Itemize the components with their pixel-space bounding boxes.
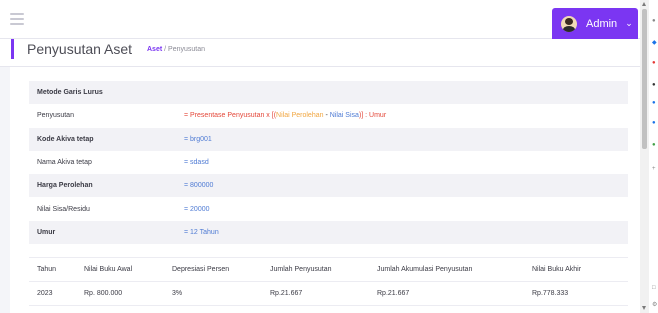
method-row: Metode Garis Lurus bbox=[29, 81, 628, 105]
blue-icon[interactable]: ◆ bbox=[652, 40, 657, 46]
vertical-scrollbar[interactable] bbox=[640, 0, 649, 313]
title-accent-bar bbox=[11, 39, 14, 59]
info-row-nama: Nama Akiva tetap = sdasd bbox=[29, 151, 628, 174]
breadcrumb-link-aset[interactable]: Aset bbox=[147, 46, 162, 53]
blue-dot-icon[interactable]: ● bbox=[652, 100, 656, 106]
column-header: Jumlah Penyusutan bbox=[262, 257, 369, 282]
info-value: = 20000 bbox=[184, 205, 210, 213]
info-value: = sdasd bbox=[184, 159, 209, 167]
column-header: Depresiasi Persen bbox=[164, 257, 262, 282]
info-value: = brg001 bbox=[184, 135, 212, 143]
info-label: Nama Akiva tetap bbox=[37, 159, 92, 167]
table-header-row: Tahun Nilai Buku Awal Depresiasi Persen … bbox=[29, 257, 628, 282]
chat-icon[interactable]: ● bbox=[652, 18, 656, 24]
table-row: 2023 Rp. 800.000 3% Rp.21.667 Rp.21.667 … bbox=[29, 281, 628, 306]
menu-icon[interactable] bbox=[10, 13, 24, 25]
column-header: Nilai Buku Akhir bbox=[524, 257, 628, 282]
info-label: Kode Akiva tetap bbox=[37, 135, 94, 143]
green-icon[interactable]: ● bbox=[652, 142, 656, 148]
red-icon[interactable]: ● bbox=[652, 60, 656, 66]
side-icon-strip: ● ◆ ● ● ● ● ● + □ ⚙ bbox=[649, 0, 658, 313]
column-header: Nilai Buku Awal bbox=[76, 257, 164, 282]
column-header: Jumlah Akumulasi Penyusutan bbox=[369, 257, 524, 282]
asset-info-table: Metode Garis Lurus Penyusutan = Presenta… bbox=[29, 81, 628, 245]
app-window: Admin ⌄ Penyusutan Aset Aset / Penyusuta… bbox=[0, 0, 658, 313]
table-cell: Rp.21.667 bbox=[262, 281, 369, 306]
info-value: = 800000 bbox=[184, 182, 214, 190]
gear-icon[interactable]: ⚙ bbox=[652, 302, 657, 308]
table-cell: Rp.21.667 bbox=[369, 281, 524, 306]
scrollbar-thumb[interactable] bbox=[642, 9, 647, 149]
table-cell: Rp. 800.000 bbox=[76, 281, 164, 306]
chevron-down-icon: ⌄ bbox=[625, 18, 633, 28]
info-row-harga: Harga Perolehan = 800000 bbox=[29, 174, 628, 198]
info-label: Harga Perolehan bbox=[37, 182, 93, 190]
table-cell: 3% bbox=[164, 281, 262, 306]
formula-prefix: = Presentase Penyusutan x [( bbox=[184, 112, 277, 120]
info-row-kode: Kode Akiva tetap = brg001 bbox=[29, 127, 628, 151]
info-row-nilai-sisa: Nilai Sisa/Residu = 20000 bbox=[29, 197, 628, 220]
formula-label: Penyusutan bbox=[37, 112, 74, 120]
top-navbar: Admin ⌄ bbox=[0, 0, 640, 39]
page-title: Penyusutan Aset bbox=[27, 41, 133, 57]
info-label: Umur bbox=[37, 228, 56, 236]
user-menu-button[interactable]: Admin ⌄ bbox=[552, 8, 638, 39]
info-value: = 12 Tahun bbox=[184, 228, 219, 236]
depreciation-table: Tahun Nilai Buku Awal Depresiasi Persen … bbox=[29, 257, 628, 306]
person-icon[interactable]: ● bbox=[652, 82, 656, 88]
breadcrumb: Aset / Penyusutan bbox=[147, 46, 205, 53]
column-header: Tahun bbox=[29, 257, 76, 282]
formula-nilai-sisa: Nilai Sisa bbox=[329, 112, 359, 120]
content-card: Metode Garis Lurus Penyusutan = Presenta… bbox=[10, 67, 640, 313]
table-cell: Rp.778.333 bbox=[524, 281, 628, 306]
blue-dot-icon[interactable]: ● bbox=[652, 120, 656, 126]
table-cell: 2023 bbox=[29, 281, 76, 306]
breadcrumb-current: Penyusutan bbox=[168, 46, 206, 53]
user-menu-label: Admin bbox=[586, 17, 618, 30]
formula-text: = Presentase Penyusutan x [(Nilai Perole… bbox=[184, 112, 386, 119]
scroll-up-arrow-icon[interactable] bbox=[642, 2, 646, 6]
info-row-umur: Umur = 12 Tahun bbox=[29, 220, 628, 245]
formula-row: Penyusutan = Presentase Penyusutan x [(N… bbox=[29, 104, 628, 127]
plus-icon[interactable]: + bbox=[652, 166, 656, 172]
scroll-down-arrow-icon[interactable] bbox=[642, 306, 646, 310]
square-icon[interactable]: □ bbox=[652, 285, 656, 291]
info-label: Nilai Sisa/Residu bbox=[37, 205, 90, 213]
page-header: Penyusutan Aset Aset / Penyusutan bbox=[0, 39, 640, 67]
formula-suffix: )] : Umur bbox=[358, 112, 387, 120]
formula-nilai-perolehan: Nilai Perolehan bbox=[276, 112, 324, 120]
method-title: Metode Garis Lurus bbox=[37, 89, 103, 97]
avatar bbox=[561, 15, 577, 32]
